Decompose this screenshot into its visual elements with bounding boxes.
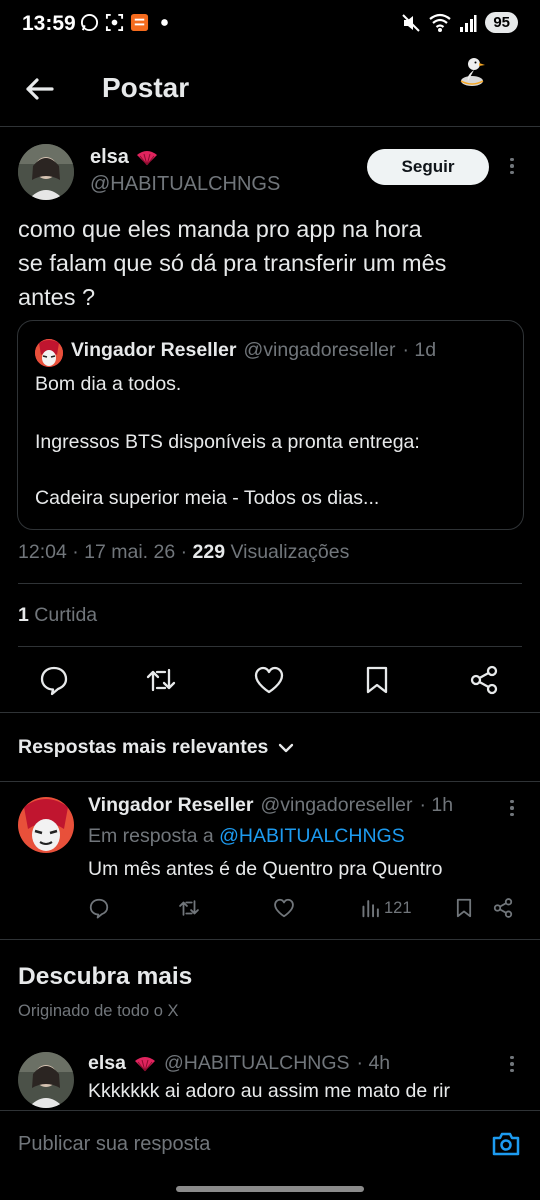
status-bar: 13:59 95	[0, 0, 540, 52]
bookmark-icon[interactable]	[361, 664, 393, 696]
reply-icon[interactable]	[38, 664, 70, 696]
follow-button[interactable]: Seguir	[367, 149, 489, 185]
quote-age: · 1d	[402, 339, 437, 361]
actions-divider	[0, 712, 540, 713]
home-indicator[interactable]	[176, 1186, 364, 1192]
views-icon	[362, 900, 379, 918]
discover-item-author-row: elsa @HABITUALCHNGS · 4h	[88, 1052, 390, 1075]
share-icon[interactable]	[468, 664, 500, 696]
reply-divider	[0, 939, 540, 940]
quote-line: Ingressos BTS disponíveis a pronta entre…	[35, 431, 420, 453]
status-system-icons: 95	[401, 12, 518, 33]
discover-item-avatar-image	[18, 1052, 74, 1108]
discover-item-avatar[interactable]	[18, 1052, 74, 1108]
reply-age: · 1h	[419, 794, 454, 816]
tweet-meta: 12:04 · 17 mai. 26 · 229 Visualizações	[18, 541, 349, 564]
reply-retweet-icon[interactable]	[178, 897, 200, 919]
dot-icon	[161, 19, 168, 26]
header-divider	[0, 126, 540, 127]
status-time: 13:59	[22, 12, 76, 35]
reply-context-prefix: Em resposta a	[88, 825, 220, 847]
quote-line: Bom dia a todos.	[35, 373, 182, 395]
status-notification-icons	[80, 13, 174, 32]
quote-avatar-image	[35, 339, 63, 367]
retweet-icon[interactable]	[145, 664, 177, 696]
likes-summary[interactable]: 1 Curtida	[18, 604, 97, 627]
discover-item-text: Kkkkkkk ai adoro au assim me mato de rir	[88, 1080, 450, 1102]
quote-line: Cadeira superior meia - Todos os dias...	[35, 487, 380, 509]
whatsapp-icon	[80, 13, 99, 32]
replies-sort-dropdown[interactable]: Respostas mais relevantes	[18, 736, 294, 759]
tweet-text-line: se falam que só dá pra transferir um mês	[18, 250, 447, 276]
views-label: Visualizações	[225, 541, 350, 563]
discover-item-author-handle[interactable]: @HABITUALCHNGS	[164, 1052, 350, 1075]
reply-context-handle[interactable]: @HABITUALCHNGS	[219, 825, 405, 847]
likes-label: Curtida	[28, 604, 98, 626]
likes-count: 1	[18, 604, 29, 626]
discover-subtitle: Originado de todo o X	[18, 1002, 179, 1020]
author-name-row[interactable]: elsa	[90, 146, 159, 169]
reply-author-row: Vingador Reseller @vingadoreseller · 1h	[88, 794, 453, 817]
tweet-text: como que eles manda pro app na hora se f…	[18, 212, 518, 314]
mute-icon	[402, 13, 421, 32]
screenshot-icon	[105, 13, 124, 32]
page-title: Postar	[102, 72, 190, 103]
discover-title: Descubra mais	[18, 963, 193, 990]
quote-avatar	[35, 339, 63, 367]
likes-divider	[18, 646, 522, 647]
discover-item-age: · 4h	[356, 1052, 391, 1074]
reply-views[interactable]: 121	[360, 897, 412, 919]
quote-author-handle: @vingadoreseller	[243, 339, 396, 361]
heart-icon[interactable]	[253, 664, 285, 696]
reply-share-icon[interactable]	[492, 897, 514, 919]
quote-author-row: Vingador Reseller @vingadoreseller · 1d	[71, 339, 436, 362]
reply-heart-icon[interactable]	[273, 897, 295, 919]
author-avatar[interactable]	[18, 144, 74, 200]
sort-divider	[0, 781, 540, 782]
reply-avatar-image	[18, 797, 74, 853]
reply-text: Um mês antes é de Quentro pra Quentro	[88, 858, 443, 880]
author-handle[interactable]: @HABITUALCHNGS	[90, 173, 280, 196]
quote-author-name: Vingador Reseller	[71, 339, 237, 361]
chevron-down-icon	[279, 743, 294, 752]
reply-avatar[interactable]	[18, 797, 74, 853]
reply-reply-icon[interactable]	[88, 897, 110, 919]
reply-author-name[interactable]: Vingador Reseller	[88, 794, 253, 817]
camera-icon[interactable]	[490, 1128, 522, 1160]
meta-divider	[18, 583, 522, 584]
more-options-icon[interactable]	[502, 152, 522, 180]
reply-views-count: 121	[384, 898, 412, 917]
fan-emoji-icon	[136, 150, 157, 165]
author-avatar-image	[18, 144, 74, 200]
temu-app-icon	[130, 13, 149, 32]
discover-item-author-name[interactable]: elsa	[88, 1052, 126, 1075]
reply-context: Em resposta a @HABITUALCHNGS	[88, 825, 405, 848]
discover-item-more-options-icon[interactable]	[502, 1050, 522, 1078]
wifi-icon	[429, 13, 451, 32]
views-count: 229	[192, 541, 226, 563]
back-arrow-icon[interactable]	[22, 72, 56, 106]
reply-bookmark-icon[interactable]	[453, 897, 475, 919]
reply-input[interactable]: Publicar sua resposta	[18, 1133, 210, 1156]
signal-icon	[460, 14, 477, 32]
replies-sort-label: Respostas mais relevantes	[18, 736, 269, 758]
tweet-text-line: antes ?	[18, 284, 96, 310]
reply-author-handle[interactable]: @vingadoreseller	[260, 794, 412, 817]
battery-level: 95	[485, 12, 518, 33]
tweet-text-line: como que eles manda pro app na hora	[18, 216, 422, 242]
tweet-timestamp: 12:04 · 17 mai. 26 ·	[18, 541, 193, 563]
duck-icon[interactable]	[456, 54, 488, 88]
fan-emoji-icon	[134, 1056, 155, 1071]
reply-more-options-icon[interactable]	[502, 794, 522, 822]
quoted-tweet-card[interactable]: Vingador Reseller @vingadoreseller · 1d …	[17, 320, 524, 530]
author-name[interactable]: elsa	[90, 146, 129, 169]
